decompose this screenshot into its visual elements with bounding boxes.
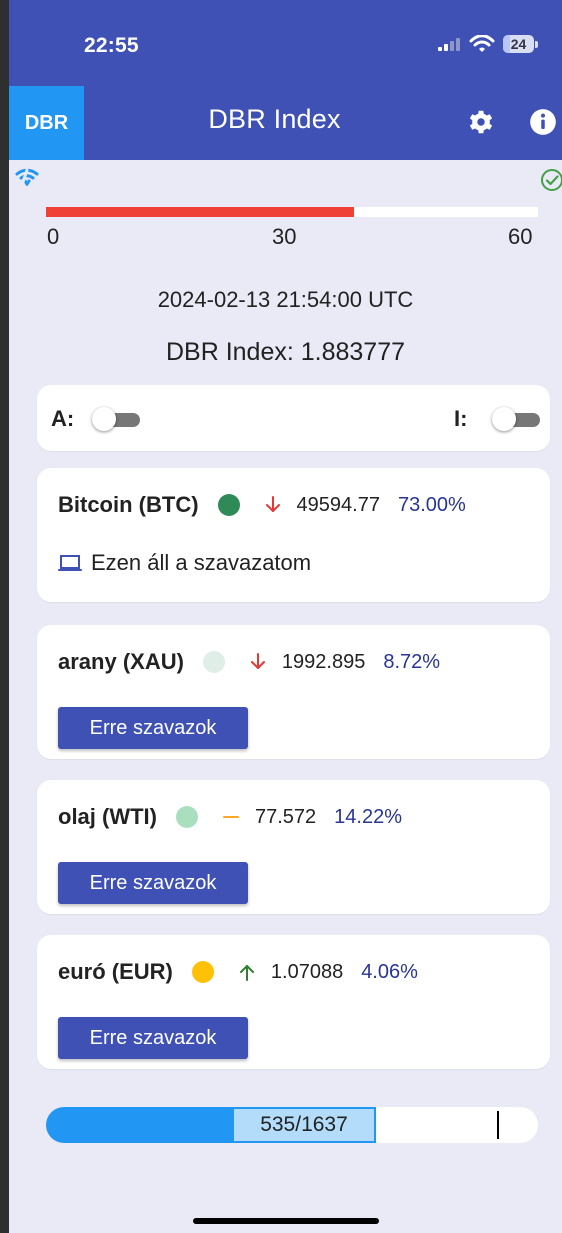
progress-tick-start: 0 [47, 224, 60, 249]
asset-row: euró (EUR) 1.07088 4.06% [58, 958, 418, 986]
switch-a-toggle[interactable] [92, 407, 140, 431]
check-circle-icon [541, 169, 562, 191]
down-arrow-icon [265, 496, 280, 512]
countdown-progress-fill [46, 207, 354, 217]
asset-name: olaj (WTI) [58, 804, 157, 829]
asset-name: Bitcoin (BTC) [58, 492, 199, 517]
info-icon[interactable] [529, 108, 557, 136]
countdown-progress-bar [46, 207, 538, 217]
asset-status-dot [191, 961, 214, 983]
asset-price: 49594.77 [296, 493, 380, 516]
app-header: 22:55 24 DBR DBR Index [9, 0, 562, 160]
switch-a-label: A: [51, 406, 75, 431]
asset-price: 77.572 [254, 805, 317, 828]
wifi-status-icon [469, 35, 495, 52]
asset-status-dot [175, 806, 198, 828]
signal-icon [438, 38, 460, 51]
battery-level: 24 [510, 36, 527, 52]
progress-tick-end: 60 [508, 224, 533, 249]
asset-card-oil: olaj (WTI) 77.572 14.22% Erre szavazok [37, 780, 550, 914]
progress-marker [497, 1111, 499, 1139]
dbr-index-value: DBR Index: 1.883777 [165, 338, 406, 366]
down-arrow-icon [250, 653, 265, 669]
battery-tip [535, 40, 538, 48]
current-vote-status: Ezen áll a szavazatom [58, 550, 311, 576]
up-arrow-icon [239, 965, 254, 981]
asset-price: 1.07088 [270, 960, 344, 983]
asset-card-bitcoin: Bitcoin (BTC) 49594.77 73.00% Ezen áll a… [37, 468, 550, 602]
asset-card-gold: arany (XAU) 1992.895 8.72% Erre szavazok [37, 625, 550, 759]
asset-row: olaj (WTI) 77.572 14.22% [58, 803, 402, 831]
switch-i-label: I: [454, 406, 468, 431]
utc-timestamp: 2024-02-13 21:54:00 UTC [157, 287, 414, 312]
settings-gear-icon[interactable] [467, 108, 495, 136]
asset-name: arany (XAU) [58, 649, 184, 674]
asset-row: arany (XAU) 1992.895 8.72% [58, 648, 440, 676]
vote-count-progress: 535/1637 [46, 1107, 538, 1143]
switch-i-thumb[interactable] [492, 407, 516, 431]
home-indicator[interactable] [193, 1218, 379, 1224]
phone-screen: 22:55 24 DBR DBR Index 0 30 60 2024-02-1… [9, 0, 562, 1233]
app-title-text: DBR Index [208, 104, 341, 134]
asset-status-dot [217, 494, 240, 516]
vote-status-text: Ezen áll a szavazatom [91, 550, 312, 575]
laptop-icon [58, 555, 82, 571]
battery-icon: 24 [503, 35, 534, 53]
vote-count-label: 535/1637 [234, 1109, 374, 1141]
asset-name: euró (EUR) [58, 959, 173, 984]
status-icons: 24 [437, 35, 538, 53]
progress-tick-middle: 30 [272, 224, 297, 249]
asset-percentage: 14.22% [334, 805, 402, 828]
vote-button[interactable]: Erre szavazok [58, 862, 248, 904]
asset-percentage: 8.72% [383, 650, 441, 673]
asset-percentage: 4.06% [361, 960, 418, 983]
toggle-card: A: I: [37, 385, 550, 451]
switch-a-thumb[interactable] [92, 407, 116, 431]
asset-percentage: 73.00% [397, 493, 466, 516]
battery-level-fill [503, 35, 511, 53]
neutral-trend-icon [222, 816, 239, 818]
asset-row: Bitcoin (BTC) 49594.77 73.00% [58, 491, 466, 519]
asset-card-euro: euró (EUR) 1.07088 4.06% Erre szavazok [37, 935, 550, 1069]
switch-i-toggle[interactable] [492, 407, 540, 431]
status-time: 22:55 [84, 34, 139, 57]
asset-price: 1992.895 [281, 650, 366, 673]
asset-status-dot [202, 651, 225, 673]
vote-button[interactable]: Erre szavazok [58, 707, 248, 749]
vote-button[interactable]: Erre szavazok [58, 1017, 248, 1059]
wifi-icon [15, 168, 39, 186]
